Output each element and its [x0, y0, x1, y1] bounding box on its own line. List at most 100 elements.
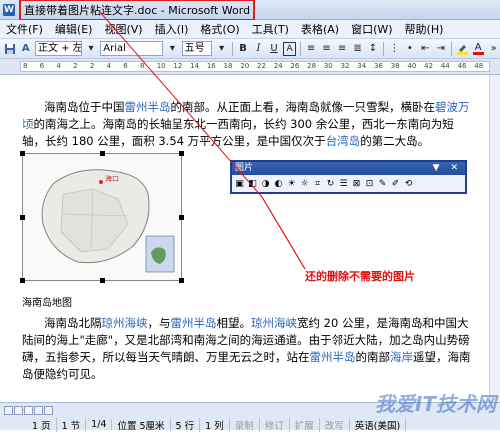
hyperlink[interactable]: 琼州海峡	[102, 316, 148, 330]
picture-toolbar-controls[interactable]: ▼ ✕	[433, 162, 462, 175]
compress-icon[interactable]: ⊠	[351, 178, 362, 189]
text-run: 的第二大岛。	[360, 134, 430, 148]
rotate-icon[interactable]: ↻	[325, 178, 336, 189]
window-title: 直接带着图片粘连文字.doc - Microsoft Word	[19, 0, 256, 21]
line-style-icon[interactable]: ☰	[338, 178, 349, 189]
insert-picture-icon[interactable]: ▣	[234, 178, 245, 189]
hyperlink[interactable]: 台湾岛	[326, 134, 361, 148]
picture-toolbar[interactable]: 图片 ▼ ✕ ▣ ◧ ◑ ◐ ☀ ☼ ⌗ ↻ ☰ ⊠ ⊡ ✎ ✐ ⟲	[230, 160, 467, 194]
menu-insert[interactable]: 插入(I)	[149, 21, 195, 37]
map-caption: 海南岛地图	[22, 298, 72, 309]
font-color-icon[interactable]: A	[472, 42, 484, 56]
menu-view[interactable]: 视图(V)	[98, 21, 148, 37]
set-transparent-icon[interactable]: ✐	[390, 178, 401, 189]
font-color-glyph: A	[474, 41, 482, 53]
ruler-tick: 24	[273, 62, 283, 70]
print-view-button[interactable]	[24, 406, 33, 415]
resize-handle[interactable]	[20, 278, 25, 283]
size-select[interactable]: 五号	[181, 41, 213, 56]
resize-handle[interactable]	[100, 278, 105, 283]
resize-handle[interactable]	[179, 215, 184, 220]
bullets-icon[interactable]: •	[404, 42, 416, 56]
numbering-icon[interactable]: ⋮	[388, 42, 400, 56]
ruler-tick: 18	[223, 62, 233, 70]
ruler-tick: 4	[106, 62, 112, 70]
hainan-map-image[interactable]: 海口	[20, 151, 184, 283]
hyperlink[interactable]: 海岸	[390, 350, 413, 364]
less-brightness-icon[interactable]: ☼	[299, 178, 310, 189]
less-contrast-icon[interactable]: ◐	[273, 178, 284, 189]
decrease-indent-icon[interactable]: ⇤	[419, 42, 431, 56]
style-dropdown-icon[interactable]: ▾	[85, 42, 97, 56]
ruler-tick: 44	[440, 62, 450, 70]
menu-table[interactable]: 表格(A)	[295, 21, 345, 37]
style-select[interactable]: 正文 + 左	[34, 41, 82, 56]
reading-view-button[interactable]	[44, 406, 53, 415]
menu-edit[interactable]: 编辑(E)	[49, 21, 99, 37]
more-brightness-icon[interactable]: ☀	[286, 178, 297, 189]
align-right-icon[interactable]: ≡	[336, 42, 348, 56]
crop-icon[interactable]: ⌗	[312, 178, 323, 189]
ruler-tick: 16	[206, 62, 216, 70]
outline-view-button[interactable]	[34, 406, 43, 415]
color-icon[interactable]: ◧	[247, 178, 258, 189]
ruler-tick: 32	[340, 62, 350, 70]
menu-format[interactable]: 格式(O)	[194, 21, 245, 37]
align-center-icon[interactable]: ≡	[320, 42, 332, 56]
ruler-tick: 20	[240, 62, 250, 70]
menu-help[interactable]: 帮助(H)	[399, 21, 450, 37]
status-position: 位置 5厘米	[112, 417, 171, 432]
menu-file[interactable]: 文件(F)	[0, 21, 49, 37]
save-icon[interactable]	[4, 42, 16, 56]
resize-handle[interactable]	[179, 151, 184, 156]
underline-button[interactable]: U	[268, 42, 280, 56]
style-pane-icon[interactable]: A	[19, 42, 31, 56]
ruler-tick: 30	[323, 62, 333, 70]
menu-window[interactable]: 窗口(W)	[345, 21, 398, 37]
reset-picture-icon[interactable]: ⟲	[403, 178, 414, 189]
resize-handle[interactable]	[20, 151, 25, 156]
increase-indent-icon[interactable]: ⇥	[435, 42, 447, 56]
hyperlink[interactable]: 雷州半岛	[125, 100, 171, 114]
horizontal-ruler[interactable]: 8 6 4 2 2 4 6 8 10 12 14 16 18 20 22 24 26 28 30 32 34 36 38 40…	[0, 59, 500, 75]
resize-handle[interactable]	[100, 151, 105, 156]
size-dropdown-icon[interactable]: ▾	[215, 42, 227, 56]
justify-icon[interactable]: ≣	[351, 42, 363, 56]
menu-tools[interactable]: 工具(T)	[246, 21, 295, 37]
text-wrapping-icon[interactable]: ⊡	[364, 178, 375, 189]
hyperlink[interactable]: 琼州海峡	[251, 316, 297, 330]
font-dropdown-icon[interactable]: ▾	[166, 42, 178, 56]
status-overtype[interactable]: 改写	[320, 417, 350, 432]
resize-handle[interactable]	[179, 278, 184, 283]
hyperlink[interactable]: 雷州半岛	[310, 350, 356, 364]
align-left-icon[interactable]: ≡	[305, 42, 317, 56]
ruler-tick: 42	[424, 62, 434, 70]
italic-button[interactable]: I	[252, 42, 264, 56]
highlight-icon[interactable]	[456, 42, 469, 56]
normal-view-button[interactable]	[4, 406, 13, 415]
status-extend[interactable]: 扩展	[290, 417, 320, 432]
picture-toolbar-titlebar[interactable]: 图片 ▼ ✕	[232, 162, 465, 175]
ruler-scale: 8 6 4 2 2 4 6 8 10 12 14 16 18 20 22 24 26 28 30 32 34 36 38 40…	[20, 61, 490, 72]
text-run: 海南岛北隔	[44, 316, 102, 330]
document-page[interactable]: 海南岛位于中国雷州半岛的南部。从正面上看，海南岛就像一只雪梨，横卧在碧波万顷的南…	[0, 75, 500, 402]
status-section: 1 节	[57, 417, 87, 432]
line-spacing-icon[interactable]: ↕	[367, 42, 379, 56]
ruler-tick: 10	[156, 62, 166, 70]
ruler-tick: 14	[190, 62, 200, 70]
status-track[interactable]: 修订	[260, 417, 290, 432]
more-contrast-icon[interactable]: ◑	[260, 178, 271, 189]
web-view-button[interactable]	[14, 406, 23, 415]
status-record[interactable]: 录制	[230, 417, 260, 432]
bold-button[interactable]: B	[237, 42, 249, 56]
paragraph-2: 海南岛北隔琼州海峡，与雷州半岛相望。琼州海峡宽约 20 公里，是海南岛和中国大陆…	[22, 315, 472, 383]
toolbar-options-icon[interactable]: »	[487, 42, 499, 56]
hyperlink[interactable]: 雷州半岛	[171, 316, 217, 330]
ruler-tick: 22	[257, 62, 266, 70]
char-border-button[interactable]: A	[283, 41, 296, 56]
resize-handle[interactable]	[20, 215, 25, 220]
vertical-scrollbar[interactable]	[489, 75, 500, 402]
font-select[interactable]: Arial	[100, 41, 164, 56]
ruler-tick: 6	[39, 62, 45, 70]
format-picture-icon[interactable]: ✎	[377, 178, 388, 189]
